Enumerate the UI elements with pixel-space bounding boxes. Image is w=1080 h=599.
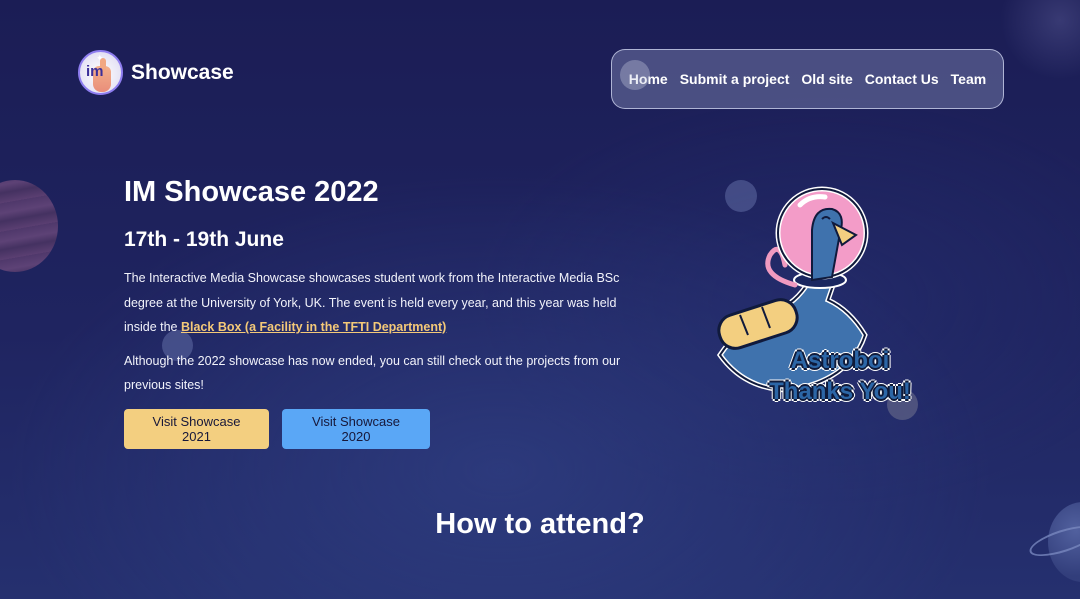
planet-left-decoration [0,180,58,272]
brand-name: Showcase [131,60,234,84]
sticker-caption: Astroboi Thanks You! [769,347,911,405]
black-box-link[interactable]: Black Box (a Facility in the TFTI Depart… [181,320,446,334]
pointing-hand-logo-icon: im ✦ [78,50,123,95]
hero-section: IM Showcase 2022 17th - 19th June The In… [124,170,644,449]
corner-glow-decoration [1000,0,1080,80]
event-dates: 17th - 19th June [124,228,284,251]
nav-contact-us[interactable]: Contact Us [865,71,939,87]
ended-paragraph: Although the 2022 showcase has now ended… [124,353,621,393]
showcase-buttons: Visit Showcase 2021 Visit Showcase 2020 [124,408,644,449]
brand-home-link[interactable]: im ✦ Showcase [78,50,234,95]
nav-old-site[interactable]: Old site [801,71,852,87]
visit-showcase-2021-button[interactable]: Visit Showcase 2021 [124,408,269,449]
nav-submit-project[interactable]: Submit a project [680,71,790,87]
page-title: IM Showcase 2022 [124,176,379,208]
intro-paragraph: The Interactive Media Showcase showcases… [124,271,620,334]
main-nav: Home Submit a project Old site Contact U… [611,49,1004,109]
how-to-attend-heading: How to attend? [435,508,645,540]
nav-team[interactable]: Team [951,71,987,87]
bubble-decoration [620,60,650,90]
visit-showcase-2020-button[interactable]: Visit Showcase 2020 [282,408,430,449]
